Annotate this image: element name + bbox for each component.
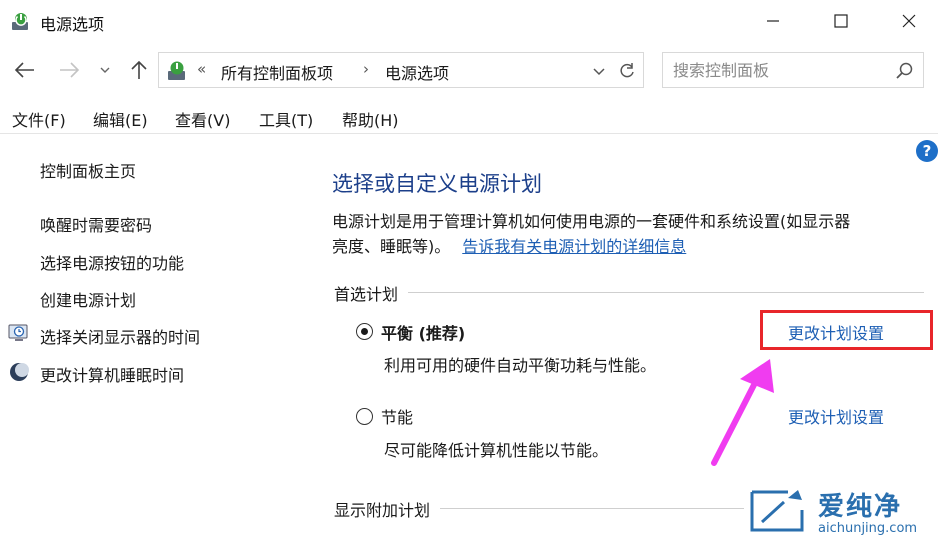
- search-input[interactable]: [673, 59, 883, 81]
- chevron-down-icon[interactable]: [591, 63, 607, 79]
- description-line-1: 电源计划是用于管理计算机如何使用电源的一套硬件和系统设置(如显示器: [332, 212, 851, 231]
- section-divider: [334, 292, 924, 293]
- watermark-url: aichunjing.com: [818, 521, 918, 536]
- preferred-plans-heading: 首选计划: [334, 281, 409, 305]
- breadcrumb-overflow[interactable]: «: [197, 60, 206, 78]
- navigation-bar: « 所有控制面板项 › 电源选项: [0, 44, 938, 96]
- minimize-button[interactable]: [750, 4, 796, 38]
- additional-plans-section: 显示附加计划: [334, 497, 744, 521]
- chevron-down-icon: [100, 67, 110, 73]
- menu-help[interactable]: 帮助(H): [342, 107, 399, 131]
- balanced-plan-name[interactable]: 平衡 (推荐): [381, 320, 465, 344]
- help-icon[interactable]: ?: [916, 140, 938, 162]
- control-panel-home-link[interactable]: 控制面板主页: [40, 158, 136, 182]
- learn-more-link[interactable]: 告诉我有关电源计划的详细信息: [462, 237, 686, 256]
- preferred-plans-section: 首选计划: [334, 281, 924, 305]
- menu-view[interactable]: 查看(V): [175, 107, 230, 131]
- refresh-icon[interactable]: [617, 61, 637, 81]
- menu-bar: 文件(F) 编辑(E) 查看(V) 工具(T) 帮助(H): [0, 100, 938, 134]
- breadcrumb-all-control-panel-items[interactable]: 所有控制面板项: [221, 60, 333, 84]
- description-line-2: 亮度、睡眠等)。 告诉我有关电源计划的详细信息: [332, 233, 686, 257]
- power-saver-plan-name[interactable]: 节能: [381, 404, 413, 428]
- close-icon: [902, 14, 916, 28]
- change-sleep-time-link[interactable]: 更改计算机睡眠时间: [40, 362, 184, 386]
- annotation-arrow-icon: [711, 359, 774, 466]
- breadcrumb-power-options[interactable]: 电源选项: [385, 60, 449, 84]
- close-button[interactable]: [886, 4, 932, 38]
- balanced-plan-radio[interactable]: [356, 323, 373, 340]
- show-additional-plans-toggle[interactable]: 显示附加计划: [334, 497, 441, 521]
- power-saver-plan-description: 尽可能降低计算机性能以节能。: [384, 441, 609, 460]
- window-title: 电源选项: [40, 15, 105, 34]
- up-button[interactable]: [126, 58, 152, 82]
- menu-tools[interactable]: 工具(T): [259, 107, 313, 131]
- power-options-icon: [12, 13, 28, 30]
- back-button[interactable]: [12, 58, 38, 82]
- arrow-right-icon: [60, 62, 80, 78]
- description-text: 亮度、睡眠等)。: [332, 237, 451, 256]
- choose-display-off-time-link[interactable]: 选择关闭显示器的时间: [40, 324, 200, 348]
- address-box[interactable]: « 所有控制面板项 › 电源选项: [158, 52, 644, 88]
- balanced-plan-description: 利用可用的硬件自动平衡功耗与性能。: [384, 356, 657, 375]
- moon-sleep-icon: [10, 363, 29, 381]
- menu-edit[interactable]: 编辑(E): [93, 107, 148, 131]
- create-power-plan-link[interactable]: 创建电源计划: [40, 287, 136, 311]
- arrow-up-icon: [131, 60, 147, 79]
- minimize-icon: [767, 20, 779, 22]
- require-password-on-wakeup-link[interactable]: 唤醒时需要密码: [40, 212, 152, 236]
- watermark-brand: 爱纯净: [818, 492, 903, 522]
- power-saver-change-plan-settings-link[interactable]: 更改计划设置: [788, 404, 884, 428]
- title-bar: 电源选项: [0, 0, 938, 44]
- maximize-button[interactable]: [818, 4, 864, 38]
- menu-file[interactable]: 文件(F): [12, 107, 66, 131]
- display-timer-icon: [8, 324, 28, 341]
- power-options-icon: [168, 61, 185, 80]
- forward-button[interactable]: [56, 58, 82, 82]
- search-box[interactable]: [662, 52, 924, 88]
- power-saver-plan-radio[interactable]: [356, 408, 373, 425]
- recent-locations-button[interactable]: [96, 58, 114, 82]
- page-title: 选择或自定义电源计划: [332, 172, 542, 196]
- choose-power-button-link[interactable]: 选择电源按钮的功能: [40, 250, 184, 274]
- breadcrumb-separator[interactable]: ›: [363, 60, 369, 78]
- search-icon[interactable]: [895, 61, 915, 81]
- highlight-annotation-box: [760, 310, 933, 350]
- maximize-icon: [834, 14, 848, 28]
- arrow-left-icon: [14, 62, 34, 78]
- aichunjing-logo-icon: [750, 490, 804, 532]
